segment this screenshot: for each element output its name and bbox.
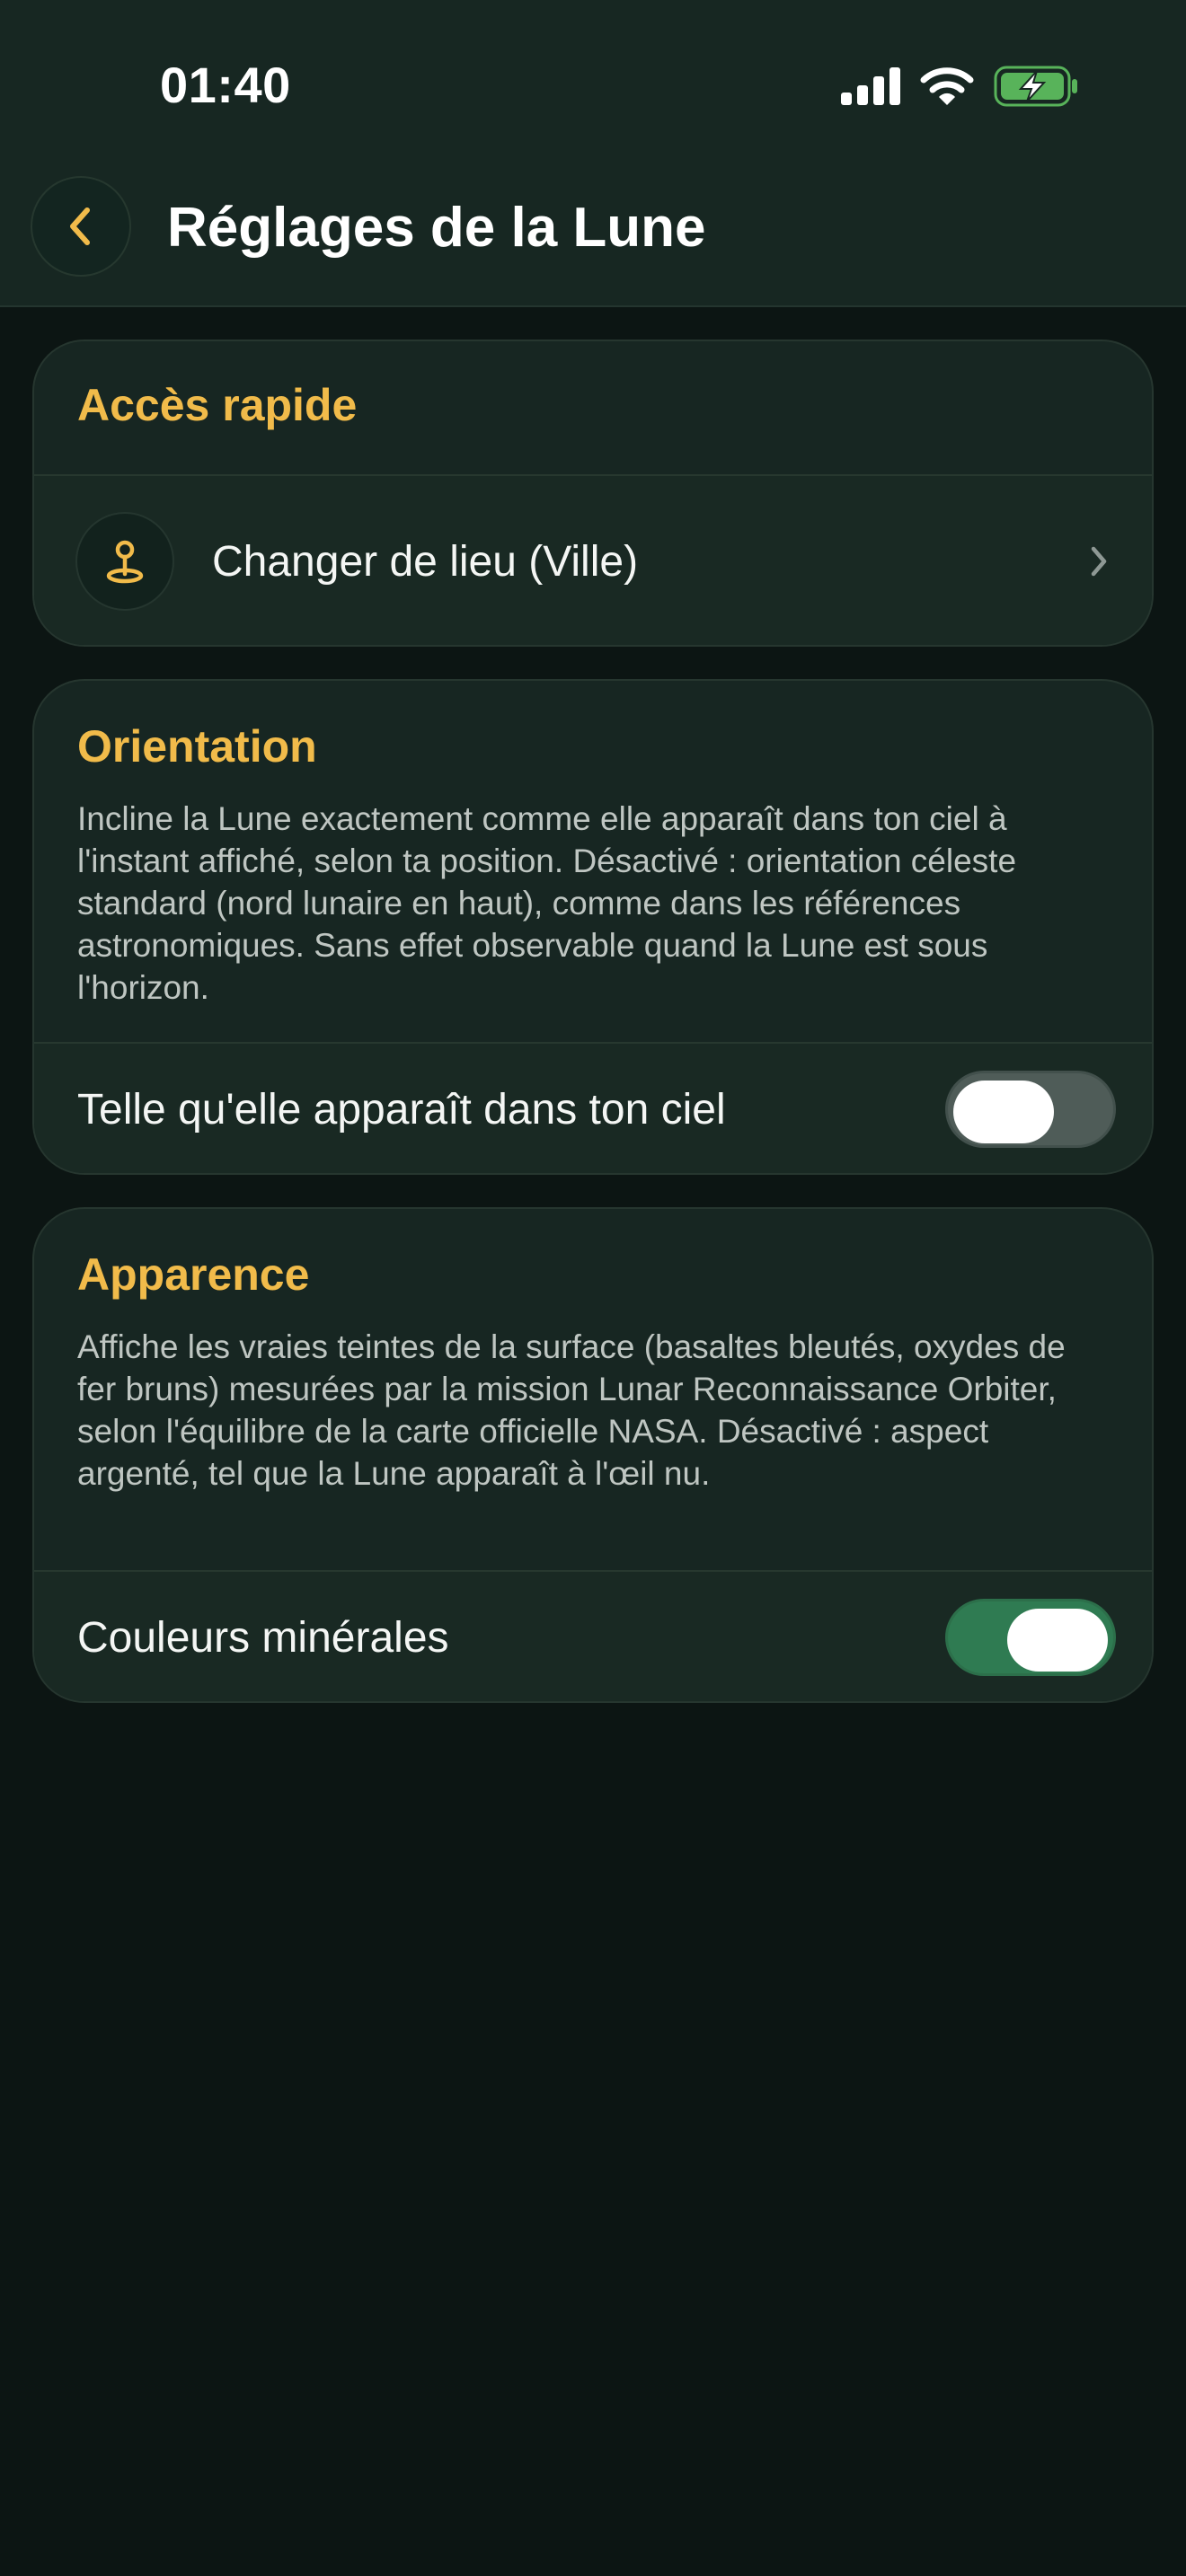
toggle-knob: [1007, 1609, 1108, 1672]
orientation-card: Orientation Incline la Lune exactement c…: [32, 679, 1154, 1175]
location-pin-icon: [75, 512, 174, 611]
status-time: 01:40: [160, 57, 291, 113]
appearance-description: Affiche les vraies teintes de la surface…: [77, 1328, 1066, 1492]
quick-access-card: Accès rapide Changer de lieu (Ville): [32, 340, 1154, 647]
appearance-toggle-label: Couleurs minérales: [77, 1613, 449, 1662]
top-bar: 01:40 Réglages de la Lune: [0, 0, 1186, 307]
wifi-icon: [920, 67, 974, 105]
orientation-toggle-label: Telle qu'elle apparaît dans ton ciel: [77, 1085, 726, 1134]
chevron-right-icon: [1091, 546, 1107, 577]
orientation-toggle-row: Telle qu'elle apparaît dans ton ciel: [34, 1044, 1152, 1173]
appearance-heading: Apparence: [77, 1249, 310, 1300]
change-location-label: Changer de lieu (Ville): [212, 537, 639, 586]
toggle-knob: [953, 1081, 1054, 1143]
chevron-left-icon: [70, 207, 90, 245]
orientation-toggle[interactable]: [945, 1071, 1116, 1148]
page-title: Réglages de la Lune: [167, 197, 706, 259]
cellular-signal-icon: [841, 67, 900, 105]
mineral-colors-toggle[interactable]: [945, 1599, 1116, 1676]
back-button[interactable]: [31, 176, 131, 277]
appearance-toggle-row: Couleurs minérales: [34, 1572, 1152, 1701]
status-icons: [841, 63, 1078, 110]
orientation-heading: Orientation: [77, 721, 317, 772]
orientation-description: Incline la Lune exactement comme elle ap…: [77, 800, 1017, 1006]
appearance-card: Apparence Affiche les vraies teintes de …: [32, 1207, 1154, 1703]
battery-charging-icon: [994, 66, 1077, 107]
change-location-row[interactable]: Changer de lieu (Ville): [34, 476, 1152, 645]
quick-access-heading: Accès rapide: [77, 380, 358, 430]
